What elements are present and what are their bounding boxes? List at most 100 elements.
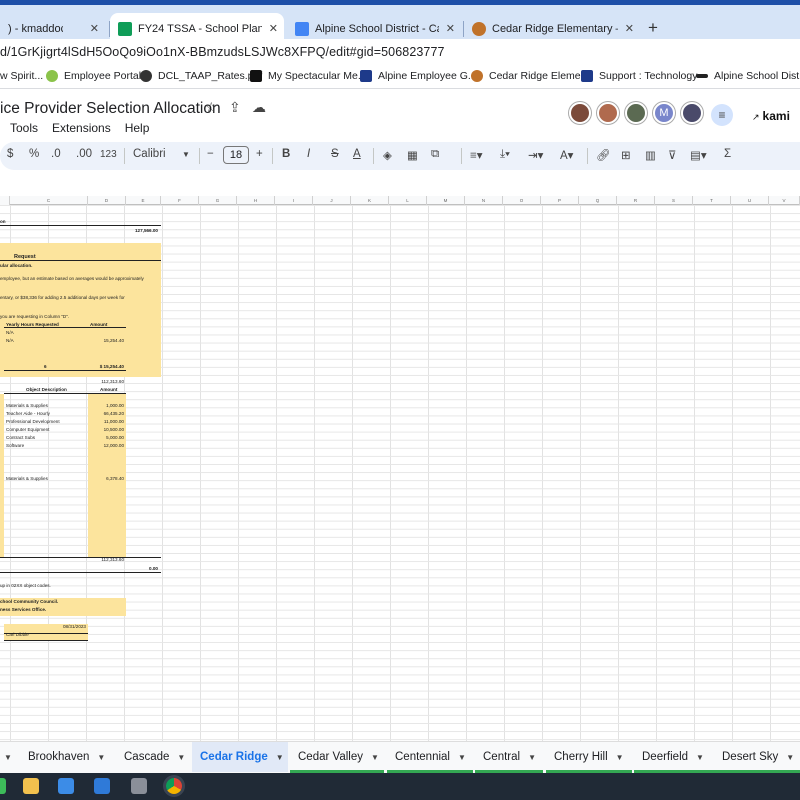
sheet-tab-centennial[interactable]: Centennial ▼ [387, 742, 473, 773]
merge-cells-icon[interactable]: ⧉ [431, 148, 439, 161]
column-header[interactable]: C [10, 196, 88, 205]
column-header[interactable]: U [731, 196, 769, 205]
divider [0, 557, 161, 558]
chevron-down-icon[interactable]: ▼ [182, 150, 190, 159]
chrome-icon[interactable] [166, 778, 182, 794]
column-header[interactable]: R [617, 196, 655, 205]
format-toolbar: $ % .0 .00 123 Calibri ▼ − 18 + B I S A … [0, 142, 800, 170]
borders-icon[interactable]: ▦ [407, 148, 418, 162]
text-rotation-icon[interactable]: A▾ [560, 148, 573, 162]
bookmark-item[interactable]: Employee Portal [46, 70, 141, 82]
close-icon[interactable]: ✕ [446, 22, 455, 35]
date-cell: 08/31/2023 [63, 624, 86, 629]
bookmark-item[interactable]: Support : Technology [581, 70, 697, 82]
avatar[interactable] [625, 102, 647, 124]
column-header[interactable]: D [88, 196, 126, 205]
bookmark-item[interactable]: My Spectacular Me... [250, 70, 367, 82]
font-size-decrease-button[interactable]: − [207, 148, 214, 160]
column-header[interactable]: F [161, 196, 199, 205]
app-icon[interactable] [0, 778, 6, 794]
bold-button[interactable]: B [282, 148, 290, 160]
functions-button[interactable]: Σ [724, 148, 731, 160]
vertical-align-icon[interactable]: ⤓▾ [500, 148, 510, 161]
sheet-tab-central[interactable]: Central ▼ [475, 742, 543, 773]
hours-cell: N/A [6, 338, 14, 343]
sheet-tab-cherry-hill[interactable]: Cherry Hill ▼ [546, 742, 632, 773]
file-explorer-icon[interactable] [23, 778, 39, 794]
sheet-tab-cedar-ridge[interactable]: Cedar Ridge ▼ [192, 742, 288, 772]
sheet-tab-deerfield[interactable]: Deerfield ▼ [634, 742, 714, 773]
column-header[interactable]: K [351, 196, 389, 205]
object-desc: Materials & Supplies [6, 476, 48, 481]
align-icon[interactable]: ≡▾ [470, 148, 482, 162]
column-header[interactable]: M [427, 196, 465, 205]
column-header[interactable]: I [275, 196, 313, 205]
font-size-input[interactable]: 18 [223, 146, 249, 164]
cloud-icon[interactable]: ☁ [252, 99, 266, 116]
avatar[interactable] [597, 102, 619, 124]
doc-title[interactable]: ice Provider Selection Allocation [0, 100, 221, 118]
star-icon[interactable]: ☆ [205, 99, 218, 116]
spreadsheet-grid[interactable]: C D E F G H I J K L M N O P Q R S T U V … [0, 196, 800, 741]
menu-help[interactable]: Help [125, 121, 150, 135]
decrease-decimal-button[interactable]: .0 [51, 148, 61, 160]
avatar[interactable] [681, 102, 703, 124]
council-text: ness Services Office. [0, 607, 47, 612]
column-header[interactable]: V [769, 196, 800, 205]
store-icon[interactable] [58, 778, 74, 794]
strikethrough-button[interactable]: S [331, 148, 339, 160]
bookmark-item[interactable]: Cedar Ridge Eleme... [471, 70, 589, 82]
close-icon[interactable]: ✕ [90, 22, 99, 35]
font-select[interactable]: Calibri [133, 148, 166, 160]
avatar[interactable]: M [653, 102, 675, 124]
fill-color-icon[interactable]: ◈ [383, 148, 392, 162]
new-tab-button[interactable]: + [648, 18, 658, 38]
column-header[interactable]: H [237, 196, 275, 205]
percent-button[interactable]: % [29, 148, 39, 160]
menu-extensions[interactable]: Extensions [52, 121, 111, 135]
currency-button[interactable]: $ [7, 148, 13, 160]
filter-icon[interactable]: ⊽ [668, 148, 676, 162]
font-size-increase-button[interactable]: + [256, 148, 263, 160]
sheet-tab-brookhaven[interactable]: Brookhaven ▼ [20, 742, 114, 772]
address-bar[interactable]: d/1GrKjigrt4lSdH5OoQo9iOo1nX-BBmzudsLSJW… [0, 39, 800, 67]
column-header[interactable]: E [126, 196, 161, 205]
column-header[interactable]: J [313, 196, 351, 205]
italic-button[interactable]: I [307, 148, 310, 160]
text-color-button[interactable]: A [353, 148, 361, 160]
mail-icon[interactable] [94, 778, 110, 794]
close-icon[interactable]: ✕ [269, 22, 278, 35]
column-header[interactable]: S [655, 196, 693, 205]
move-icon[interactable]: ⇪ [229, 99, 241, 116]
bookmark-item[interactable]: DCL_TAAP_Rates.pdf [140, 70, 262, 82]
chart-icon[interactable]: ▥ [645, 148, 656, 162]
bookmark-item[interactable]: Alpine School Distri... [696, 70, 800, 82]
sheet-tab-desert-sky[interactable]: Desert Sky ▼ [714, 742, 800, 773]
column-header[interactable]: O [503, 196, 541, 205]
close-icon[interactable]: ✕ [625, 22, 634, 35]
number-format-button[interactable]: 123 [100, 149, 117, 160]
increase-decimal-button[interactable]: .00 [76, 148, 92, 160]
bookmark-item[interactable]: Alpine Employee G... [360, 70, 477, 82]
column-header[interactable]: L [389, 196, 427, 205]
link-icon[interactable]: 🔗︎ [596, 148, 611, 162]
sheet-tab-cedar-valley[interactable]: Cedar Valley ▼ [290, 742, 384, 773]
menu-tools[interactable]: Tools [10, 121, 38, 135]
column-header[interactable]: P [541, 196, 579, 205]
bookmark-item[interactable]: w Spirit... [0, 70, 43, 82]
filter-views-icon[interactable]: ▤▾ [690, 148, 707, 162]
kami-extension[interactable]: ↗ kami [752, 109, 790, 123]
text-wrap-icon[interactable]: ⇥▾ [528, 148, 543, 162]
sheet-tab-dropdown[interactable]: ▼ [0, 742, 14, 772]
avatar[interactable] [569, 102, 591, 124]
column-header[interactable]: Q [579, 196, 617, 205]
column-header[interactable]: T [693, 196, 731, 205]
chat-icon[interactable]: ≡ [711, 104, 733, 126]
divider [0, 572, 161, 573]
asd-logo-icon [360, 70, 372, 82]
comment-icon[interactable]: ⊞ [621, 148, 631, 162]
column-header[interactable]: G [199, 196, 237, 205]
app-icon[interactable] [131, 778, 147, 794]
column-header[interactable]: N [465, 196, 503, 205]
sheet-tab-cascade[interactable]: Cascade ▼ [116, 742, 192, 772]
